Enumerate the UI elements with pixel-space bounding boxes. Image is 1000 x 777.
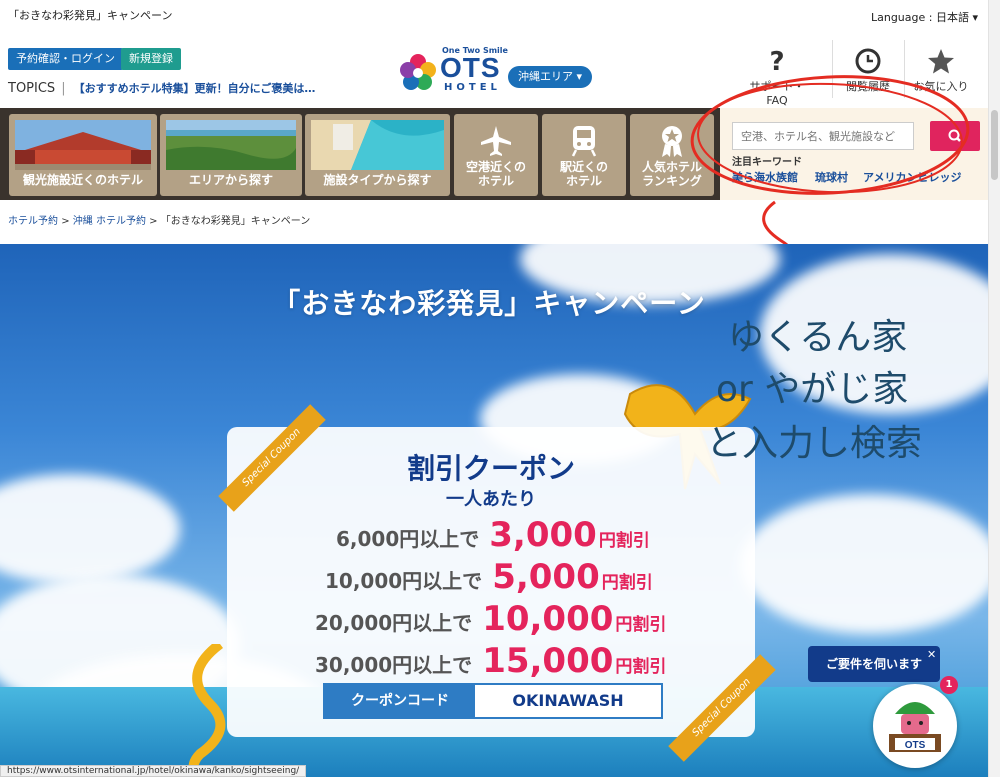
breadcrumb-separator: > — [61, 216, 70, 227]
category-sightseeing[interactable]: 観光施設近くのホテル — [9, 114, 157, 196]
logo-text: OTS — [440, 52, 501, 83]
medal-icon — [662, 126, 682, 157]
discount-unit: 円割引 — [615, 657, 667, 677]
breadcrumb-link[interactable]: ホテル予約 — [8, 216, 58, 227]
discount-row: 10,000円以上で 5,000 円割引 — [325, 557, 653, 597]
train-icon — [571, 126, 597, 157]
breadcrumb-current: 「おきなわ彩発見」キャンペーン — [160, 216, 311, 227]
discount-amount: 5,000 — [492, 557, 600, 597]
airplane-icon — [481, 126, 511, 156]
photo-resort-beach — [311, 120, 444, 170]
discount-unit: 円割引 — [615, 615, 667, 635]
discount-amount: 10,000 — [482, 599, 614, 639]
topics-label: TOPICS — [8, 81, 56, 96]
category-facility-type[interactable]: 施設タイプから探す — [305, 114, 450, 196]
cloud — [740, 494, 988, 634]
discount-unit: 円割引 — [598, 531, 650, 551]
logo-subtext: HOTEL — [444, 82, 501, 93]
category-airport[interactable]: 空港近くの ホテル — [454, 114, 538, 196]
flower-logo-icon — [400, 54, 436, 90]
annotation-text: or やがじ家 — [716, 369, 909, 410]
category-label: 施設タイプから探す — [323, 173, 432, 187]
category-nav: 観光施設近くのホテル エリアから探す 施設タイプから探す 空港近くの ホテル 駅… — [0, 108, 720, 200]
coupon-code-value[interactable]: OKINAWASH — [475, 685, 661, 717]
scrollbar-thumb[interactable] — [991, 110, 998, 180]
coupon-title: 割引クーポン — [406, 452, 575, 485]
top-strip: 「おきなわ彩発見」キャンペーン Language : 日本語 ▾ — [0, 0, 1000, 30]
category-station[interactable]: 駅近くの ホテル — [542, 114, 626, 196]
annotation-text: と入力し検索 — [706, 423, 923, 464]
register-button[interactable]: 新規登録 — [121, 48, 181, 70]
coupon-code-label: クーポンコード — [325, 685, 475, 717]
discount-amount: 3,000 — [489, 515, 597, 555]
annotation-text: ゆくるん家 — [728, 317, 908, 358]
category-label: 空港近くの ホテル — [465, 160, 526, 188]
page-tab-title: 「おきなわ彩発見」キャンペーン — [8, 9, 173, 22]
topics-separator: | — [61, 81, 66, 96]
chat-prompt-button[interactable]: ご要件を伺います — [808, 646, 940, 682]
category-label: 駅近くの ホテル — [559, 160, 608, 188]
coupon-subtitle: 一人あたり — [446, 489, 536, 510]
category-area[interactable]: エリアから探す — [160, 114, 302, 196]
mascot-sign-text: OTS — [905, 740, 926, 751]
breadcrumb-link[interactable]: 沖縄 ホテル予約 — [73, 216, 146, 227]
mascot-icon: OTS — [889, 702, 941, 752]
discount-threshold: 20,000円以上で — [315, 611, 473, 635]
notification-badge: 1 — [940, 676, 958, 694]
discount-threshold: 30,000円以上で — [315, 653, 473, 677]
photo-coast — [166, 120, 296, 170]
breadcrumb-separator: > — [149, 216, 158, 227]
chat-avatar[interactable]: OTS — [873, 684, 957, 768]
language-selector[interactable]: Language : 日本語 ▾ — [871, 9, 978, 25]
discount-row: 6,000円以上で 3,000 円割引 — [336, 515, 650, 555]
topics-bar: TOPICS | 【おすすめホテル特集】更新！自分にご褒美は… — [8, 80, 315, 96]
coupon-card: Special Coupon Special Coupon 割引クーポン 一人あ… — [218, 404, 776, 762]
cloud — [0, 474, 180, 584]
discount-row: 20,000円以上で 10,000 円割引 — [315, 599, 666, 639]
photo-shuri-castle — [15, 120, 151, 170]
chat-close-icon[interactable]: ✕ — [927, 648, 936, 661]
category-label: エリアから探す — [188, 173, 273, 187]
discount-row: 30,000円以上で 15,000 円割引 — [315, 641, 666, 681]
login-button[interactable]: 予約確認・ログイン — [8, 48, 123, 70]
breadcrumb: ホテル予約 > 沖縄 ホテル予約 > 「おきなわ彩発見」キャンペーン — [8, 212, 310, 227]
discount-threshold: 6,000円以上で — [336, 527, 480, 551]
discount-threshold: 10,000円以上で — [325, 569, 483, 593]
coupon-code-box[interactable]: クーポンコード OKINAWASH — [323, 683, 663, 719]
ots-hotel-logo[interactable]: One Two Smile OTS HOTEL — [398, 42, 508, 94]
topics-link[interactable]: 【おすすめホテル特集】更新！自分にご褒美は… — [74, 82, 316, 95]
category-label: 観光施設近くのホテル — [22, 173, 143, 187]
discount-unit: 円割引 — [601, 573, 653, 593]
status-bar-url: https://www.otsinternational.jp/hotel/ok… — [0, 765, 307, 777]
discount-amount: 15,000 — [482, 641, 614, 681]
area-dropdown-button[interactable]: 沖縄エリア ▾ — [508, 66, 593, 88]
